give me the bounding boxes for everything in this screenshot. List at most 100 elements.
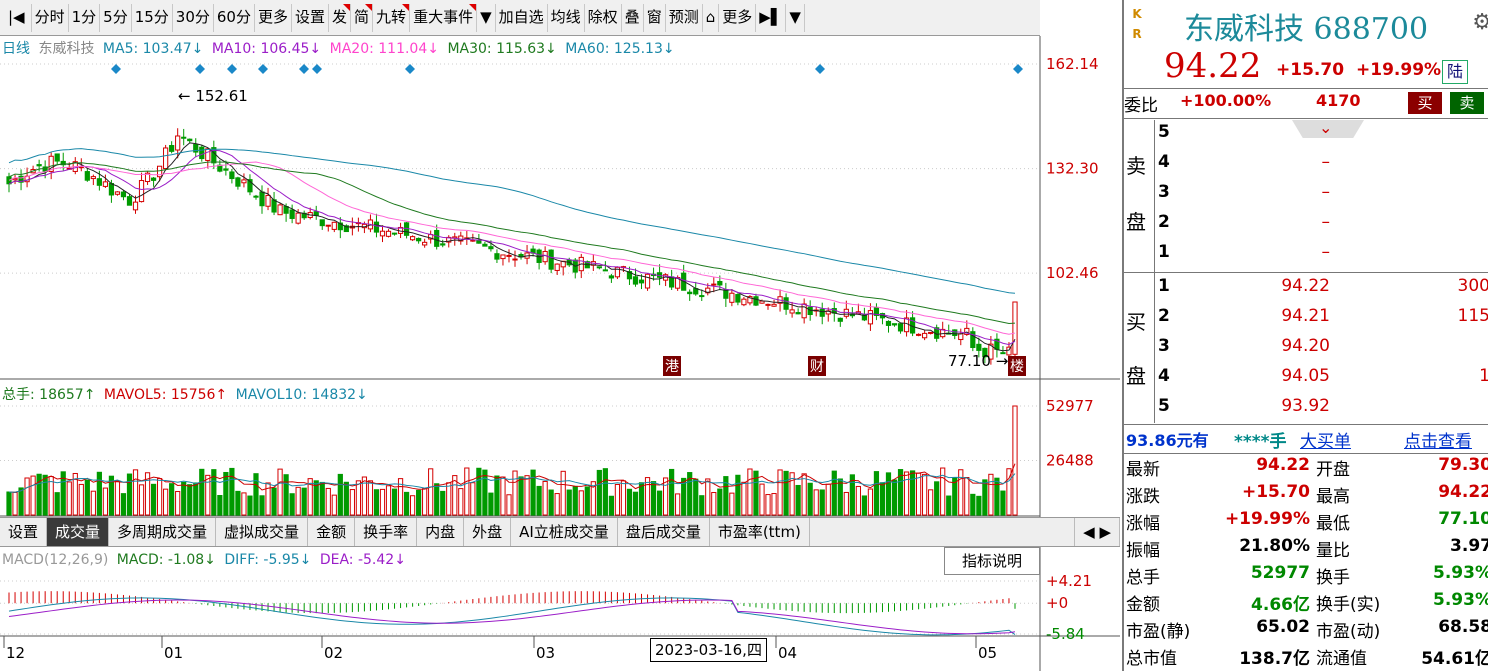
toolbar-item-16[interactable]: 叠 [622,3,644,32]
stat-label: 金额 [1126,595,1160,615]
indicator-tab-1[interactable]: 成交量 [47,518,110,546]
candle-body [488,246,494,250]
indicator-tab-10[interactable]: 市盈率(ttm) [710,518,810,546]
volume-bar [873,471,880,516]
toolbar-item-15[interactable]: 除权 [585,3,622,32]
toolbar-item-5[interactable]: 60分 [214,3,255,32]
toolbar-item-7[interactable]: 设置 [292,3,330,32]
candle-body [440,243,446,246]
toolbar-item-0[interactable]: 分时 [32,3,69,32]
toolbar-item-3[interactable]: 15分 [132,3,173,32]
toolbar-item-20[interactable]: 更多 [719,3,757,32]
volume-bar [807,482,813,516]
buy-button[interactable]: 买 [1408,92,1442,114]
candle-body [102,181,109,187]
toolbar-item-13[interactable]: 加自选 [496,3,548,32]
gear-icon[interactable]: ⚙ [1472,10,1488,35]
toolbar-item-18[interactable]: 预测 [666,3,703,32]
candle-body [181,136,187,139]
volume-bar [301,487,307,516]
toolbar-item-10[interactable]: 九转 [373,3,411,32]
toolbar-item-11[interactable]: 重大事件 [410,3,478,32]
buy-level-row[interactable]: 5 93.92 [1124,396,1488,424]
high-price-label: ← 152.61 [178,87,248,105]
sell-level-row[interactable]: 4– [1124,152,1488,180]
toolbar-item-19[interactable]: ⌂ [703,3,720,32]
toolbar-item-22[interactable]: ▼ [786,3,805,32]
volume-bar [18,487,24,516]
toolbar-item-9[interactable]: 简 [351,3,374,32]
indicator-tab-0[interactable]: 设置 [0,518,48,546]
volume-bar [922,473,928,516]
stat-row: 金额 4.66亿 换手(实) 5.93% [1124,590,1488,617]
indicator-tab-5[interactable]: 换手率 [355,518,418,546]
candle-body [36,164,42,167]
sell-level-row[interactable]: 3– [1124,182,1488,210]
macd-tick-label: -5.84 [1046,625,1085,643]
toolbar-item-17[interactable]: 窗 [644,3,666,32]
volume-bar [783,470,789,516]
indicator-tab-6[interactable]: 内盘 [417,518,465,546]
volume-bar [717,488,723,516]
stat-label: 涨跌 [1126,487,1160,507]
candle-body [434,229,440,247]
buy-level-row[interactable]: 1 94.22 300 [1124,276,1488,304]
volume-bar [367,480,374,516]
candle-body [819,308,825,317]
sell-level-row[interactable]: 5 [1124,122,1488,150]
indicator-tab-9[interactable]: 盘后成交量 [618,518,710,546]
volume-bar [295,486,301,516]
toolbar-item-12[interactable]: ▼ [477,3,496,32]
toolbar-item-6[interactable]: 更多 [255,3,292,32]
sell-side-label: 卖 [1126,154,1146,178]
indicator-tab-8[interactable]: AI立桩成交量 [511,518,618,546]
ma60-label: MA60: 125.13↓ [565,41,675,57]
big-order-type[interactable]: 大买单 [1300,427,1351,452]
indicator-tab-4[interactable]: 金额 [308,518,356,546]
lu-badge[interactable]: 陆 [1442,60,1468,84]
volume-bar [156,478,163,516]
buy-level-row[interactable]: 4 94.05 1 [1124,366,1488,394]
buy-level-row[interactable]: 2 94.21 115 [1124,306,1488,334]
buy-volume: 115 [1457,306,1488,326]
volume-bar [6,491,12,516]
candle-body [699,295,705,298]
volume-bar [337,473,343,516]
buy-level-row[interactable]: 3 94.20 [1124,336,1488,364]
toolbar-item-1[interactable]: 1分 [69,3,101,32]
sell-level-row[interactable]: 2– [1124,212,1488,240]
kline-chart[interactable]: 162.14 132.30 102.46 ← 152.61 77.10 → 港 财 楼 5297… [0,36,1120,671]
candle-body [789,309,795,314]
volume-bar [96,471,102,516]
toolbar-item-4[interactable]: 30分 [173,3,214,32]
indicator-tab-7[interactable]: 外盘 [464,518,512,546]
sell-level: 1 [1158,242,1170,262]
candle-body [711,283,717,286]
candle-body [891,323,898,326]
stat-value: 94.22 [1256,455,1310,475]
stat-label-2: 开盘 [1316,460,1350,480]
volume-bar [42,474,48,516]
stat-value-2: 79.30 [1438,455,1488,475]
back-icon[interactable]: |◀ [2,3,32,32]
candle-body [837,317,843,322]
scroll-arrows-icon[interactable]: ◀ ▶ [1074,518,1120,546]
volume-bar [759,483,765,516]
volume-bar [518,476,524,516]
toolbar-item-8[interactable]: 发 [329,3,352,32]
toolbar-item-2[interactable]: 5分 [100,3,132,32]
toolbar-item-21[interactable]: ▶▌ [756,3,787,32]
indicator-tab-3[interactable]: 虚拟成交量 [216,518,309,546]
stat-value: 65.02 [1256,617,1310,637]
volume-bar [578,490,584,516]
big-order-link[interactable]: 点击查看 [1404,427,1472,452]
toolbar-item-14[interactable]: 均线 [548,3,585,32]
sell-level-row[interactable]: 1– [1124,242,1488,270]
x-tick-label: 02 [324,644,343,662]
indicator-tab-2[interactable]: 多周期成交量 [109,518,217,546]
volume-bar [150,483,157,516]
big-order-row[interactable]: 93.86元有 ****手 大买单 点击查看 [1124,427,1488,453]
stat-row: 涨跌 +15.70 最高 94.22 [1124,482,1488,509]
sell-button[interactable]: 卖 [1450,92,1484,114]
indicator-explain-button[interactable]: 指标说明 [944,547,1040,575]
